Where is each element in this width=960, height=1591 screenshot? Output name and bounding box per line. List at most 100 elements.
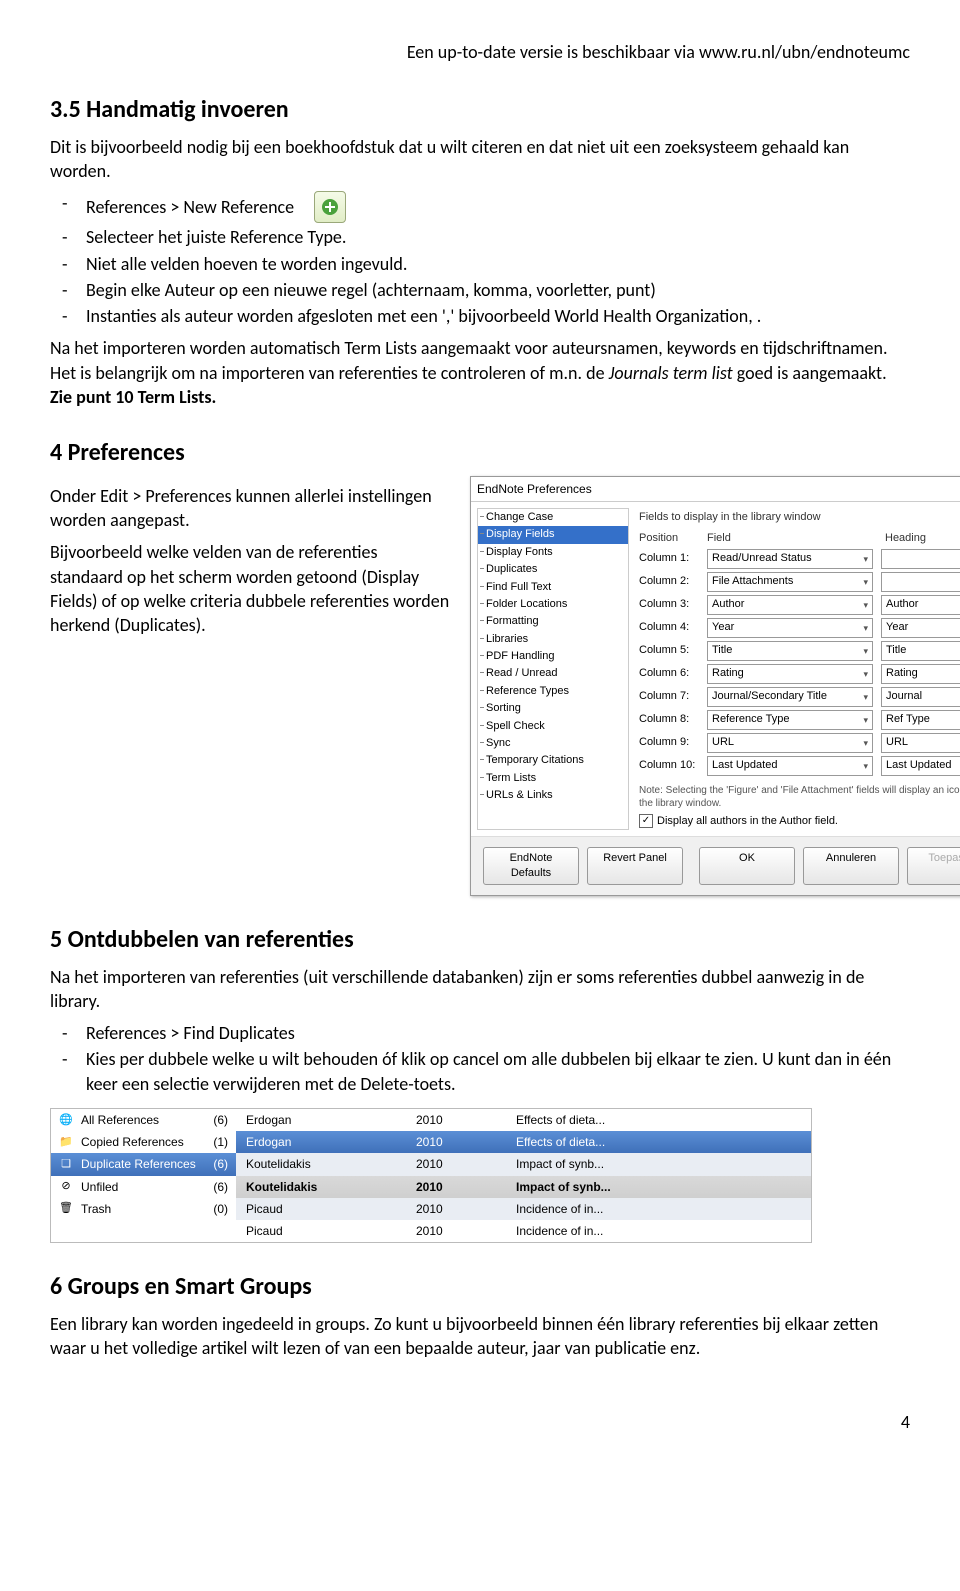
prefs-p1: Onder Edit > Preferences kunnen allerlei… — [50, 484, 450, 533]
field-dropdown[interactable]: Author — [707, 595, 873, 615]
ref-row[interactable]: Erdogan2010Effects of dieta... — [236, 1131, 811, 1153]
prefs-tree-item[interactable]: Formatting — [478, 613, 628, 630]
heading-input[interactable]: Last Updated — [881, 756, 960, 776]
field-dropdown[interactable]: Read/Unread Status — [707, 549, 873, 569]
nav-row[interactable]: ⊘Unfiled(6) — [51, 1176, 236, 1198]
nav-row[interactable]: 🗑Trash(0) — [51, 1198, 236, 1220]
cell-author: Erdogan — [246, 1112, 386, 1128]
prefs-tree-item[interactable]: URLs & Links — [478, 787, 628, 804]
cell-year: 2010 — [416, 1156, 486, 1172]
cell-author: Picaud — [246, 1201, 386, 1217]
prefs-field-row: Column 6:RatingRating — [639, 664, 960, 684]
cell-title: Incidence of in... — [516, 1223, 801, 1239]
prefs-tree-item[interactable]: Change Case — [478, 509, 628, 526]
p-6-1: Een library kan worden ingedeeld in grou… — [50, 1312, 910, 1361]
heading-6: 6 Groups en Smart Groups — [50, 1271, 910, 1303]
nav-row[interactable]: 📁Copied References(1) — [51, 1131, 236, 1153]
heading-input[interactable] — [881, 572, 960, 592]
prefs-note: Note: Selecting the 'Figure' and 'File A… — [639, 784, 960, 810]
prefs-tree-item[interactable]: Display Fonts — [478, 544, 628, 561]
nav-count: (6) — [213, 1179, 228, 1195]
apply-button[interactable]: Toepassen — [907, 847, 960, 885]
prefs-tree-item[interactable]: Duplicates — [478, 561, 628, 578]
heading-input[interactable] — [881, 549, 960, 569]
ref-row[interactable]: Koutelidakis2010Impact of synb... — [236, 1153, 811, 1175]
cell-author: Koutelidakis — [246, 1179, 386, 1195]
field-dropdown[interactable]: Year — [707, 618, 873, 638]
prefs-tree-item[interactable]: Sync — [478, 735, 628, 752]
cell-title: Effects of dieta... — [516, 1112, 801, 1128]
list-3-5: References > New Reference Selecteer het… — [50, 191, 910, 328]
prefs-tree-item[interactable]: Reference Types — [478, 683, 628, 700]
field-dropdown[interactable]: Reference Type — [707, 710, 873, 730]
prefs-tree-item[interactable]: Sorting — [478, 700, 628, 717]
heading-input[interactable]: Journal — [881, 687, 960, 707]
prefs-field-row: Column 3:AuthorAuthor — [639, 595, 960, 615]
row-position: Column 1: — [639, 551, 699, 566]
prefs-field-row: Column 2:File Attachments — [639, 572, 960, 592]
nav-row[interactable]: ❏Duplicate References(6) — [51, 1153, 236, 1175]
ref-row[interactable]: Erdogan 2010 Effects of dieta... — [236, 1109, 811, 1131]
field-dropdown[interactable]: Title — [707, 641, 873, 661]
cell-title: Impact of synb... — [516, 1179, 801, 1195]
endnote-preferences-dialog: EndNote Preferences ✕ Change CaseDisplay… — [470, 476, 960, 896]
prefs-tree[interactable]: Change CaseDisplay FieldsDisplay FontsDu… — [477, 508, 629, 831]
cell-year: 2010 — [416, 1134, 486, 1150]
prefs-checkbox-row[interactable]: ✓ Display all authors in the Author fiel… — [639, 814, 960, 829]
field-dropdown[interactable]: URL — [707, 733, 873, 753]
prefs-tree-item[interactable]: Folder Locations — [478, 596, 628, 613]
cell-title: Effects of dieta... — [516, 1134, 801, 1150]
prefs-tree-item[interactable]: Term Lists — [478, 770, 628, 787]
cell-year: 2010 — [416, 1201, 486, 1217]
col-field: Field — [707, 531, 877, 546]
row-position: Column 10: — [639, 758, 699, 773]
cell-author: Koutelidakis — [246, 1156, 386, 1172]
prefs-field-row: Column 5:TitleTitle — [639, 641, 960, 661]
field-dropdown[interactable]: Last Updated — [707, 756, 873, 776]
cell-year: 2010 — [416, 1179, 486, 1195]
duplicates-screenshot: 🌐All References(6)📁Copied References(1)❏… — [50, 1108, 812, 1243]
checkbox-label: Display all authors in the Author field. — [657, 814, 838, 829]
prefs-tree-item[interactable]: PDF Handling — [478, 648, 628, 665]
prefs-tree-item[interactable]: Find Full Text — [478, 579, 628, 596]
prefs-field-row: Column 8: Reference Type Ref Type — [639, 710, 960, 730]
list-item: References > New Reference — [50, 191, 910, 223]
prefs-field-row: Column 1: Read/Unread Status — [639, 549, 960, 569]
followup-3-5: Na het importeren worden automatisch Ter… — [50, 336, 910, 409]
heading-input[interactable]: Author — [881, 595, 960, 615]
prefs-tree-item[interactable]: Spell Check — [478, 718, 628, 735]
new-reference-plus-icon — [314, 191, 346, 223]
prefs-tree-item[interactable]: Display Fields — [478, 526, 628, 543]
nav-row[interactable]: 🌐All References(6) — [51, 1109, 236, 1131]
cancel-button[interactable]: Annuleren — [803, 847, 899, 885]
checkbox-icon[interactable]: ✓ — [639, 814, 653, 828]
row-position: Column 8: — [639, 712, 699, 727]
prefs-tree-item[interactable]: Libraries — [478, 631, 628, 648]
heading-input[interactable]: URL — [881, 733, 960, 753]
ref-row[interactable]: Picaud 2010 Incidence of in... — [236, 1198, 811, 1220]
endnote-defaults-button[interactable]: EndNote Defaults — [483, 847, 579, 885]
row-position: Column 7: — [639, 689, 699, 704]
prefs-field-row: Column 4:YearYear — [639, 618, 960, 638]
prefs-p2: Bijvoorbeeld welke velden van de referen… — [50, 540, 450, 637]
cell-year: 2010 — [416, 1112, 486, 1128]
ok-button[interactable]: OK — [699, 847, 795, 885]
revert-panel-button[interactable]: Revert Panel — [587, 847, 683, 885]
prefs-field-row: Column 9: URL URL — [639, 733, 960, 753]
field-dropdown[interactable]: File Attachments — [707, 572, 873, 592]
heading-input[interactable]: Ref Type — [881, 710, 960, 730]
heading-input[interactable]: Year — [881, 618, 960, 638]
col-position: Position — [639, 531, 699, 546]
prefs-tree-item[interactable]: Read / Unread — [478, 665, 628, 682]
cell-year: 2010 — [416, 1223, 486, 1239]
heading-input[interactable]: Rating — [881, 664, 960, 684]
cell-title: Incidence of in... — [516, 1201, 801, 1217]
ref-row[interactable]: Picaud2010Incidence of in... — [236, 1220, 811, 1242]
field-dropdown[interactable]: Rating — [707, 664, 873, 684]
list-item: Begin elke Auteur op een nieuwe regel (a… — [50, 278, 910, 302]
heading-input[interactable]: Title — [881, 641, 960, 661]
ref-row[interactable]: Koutelidakis 2010 Impact of synb... — [236, 1176, 811, 1198]
prefs-tree-item[interactable]: Temporary Citations — [478, 752, 628, 769]
field-dropdown[interactable]: Journal/Secondary Title — [707, 687, 873, 707]
row-position: Column 9: — [639, 735, 699, 750]
